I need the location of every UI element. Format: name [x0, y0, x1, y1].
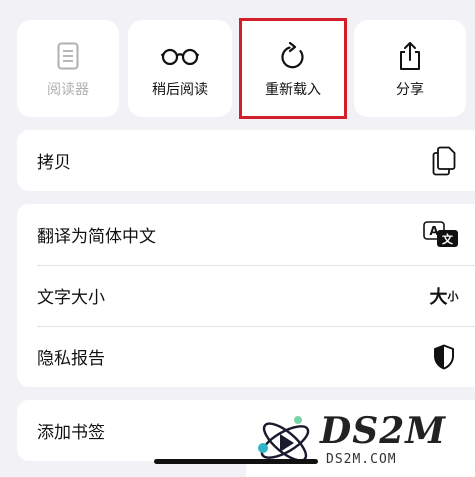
text-size-small-glyph: 小 [447, 289, 459, 303]
copy-label: 拷贝 [37, 153, 71, 173]
share-button[interactable]: 分享 [354, 20, 466, 117]
copy-row[interactable]: 拷贝 [17, 130, 475, 191]
copy-group: 拷贝 [17, 130, 475, 191]
reload-button[interactable]: 重新载入 [239, 18, 347, 119]
privacy-report-label: 隐私报告 [37, 349, 105, 369]
reload-icon [280, 39, 306, 73]
text-size-icon: 大小 [429, 283, 459, 309]
read-later-label: 稍后阅读 [152, 81, 208, 98]
translate-row[interactable]: 翻译为简体中文 A 文 [17, 204, 475, 265]
document-icon [57, 39, 79, 73]
home-indicator[interactable] [154, 459, 318, 464]
reader-button[interactable]: 阅读器 [17, 20, 119, 117]
watermark-brand: DS2M [320, 410, 447, 452]
translate-icon: A 文 [423, 220, 459, 249]
privacy-report-row[interactable]: 隐私报告 [17, 326, 475, 387]
translate-label: 翻译为简体中文 [37, 227, 156, 247]
share-icon [398, 39, 422, 73]
shield-icon [429, 344, 459, 370]
atom-logo-icon [254, 412, 316, 476]
reader-label: 阅读器 [47, 81, 89, 98]
translate-glyph-b: 文 [442, 232, 454, 246]
watermark-url: DS2M.COM [326, 452, 397, 467]
action-sheet: 阅读器 稍后阅读 重新载入 分享 拷贝 翻译为简体中文 A 文 文字大小 大 小… [0, 0, 475, 477]
text-size-row[interactable]: 文字大小 大小 [17, 265, 475, 326]
read-later-button[interactable]: 稍后阅读 [128, 20, 232, 117]
options-group: 翻译为简体中文 A 文 文字大小 大小 隐私报告 [17, 204, 475, 387]
glasses-icon [161, 39, 199, 73]
reload-label: 重新载入 [265, 81, 321, 98]
add-bookmark-label: 添加书签 [37, 423, 105, 443]
watermark: DS2M DS2M.COM [246, 408, 475, 477]
share-label: 分享 [396, 81, 424, 98]
quick-actions-row: 阅读器 稍后阅读 重新载入 分享 [17, 18, 466, 119]
text-size-big-glyph: 大 [429, 286, 448, 308]
copy-icon [429, 146, 459, 176]
text-size-label: 文字大小 [37, 288, 105, 308]
